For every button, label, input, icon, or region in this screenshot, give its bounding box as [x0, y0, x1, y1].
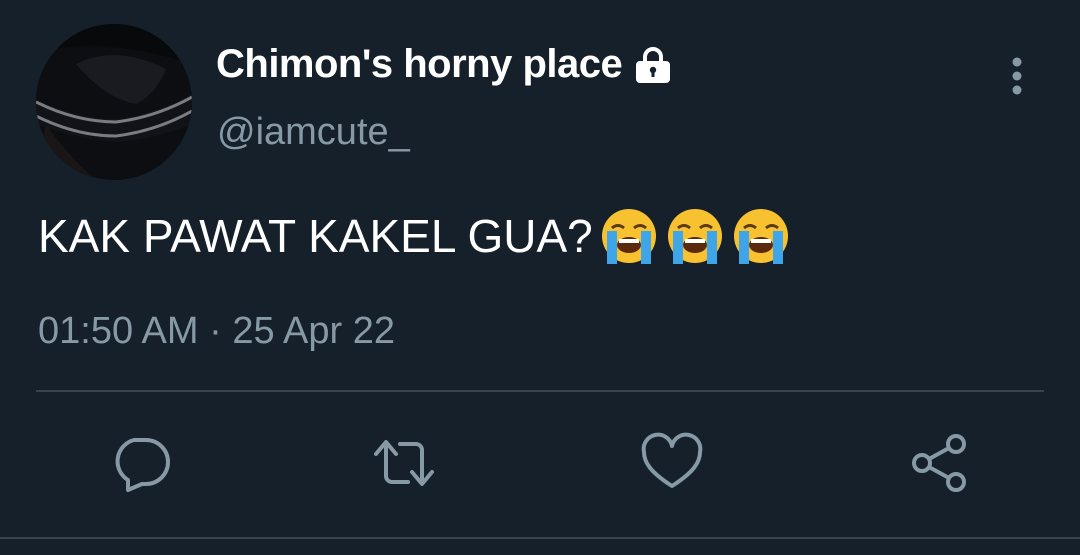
share-icon — [912, 434, 966, 492]
display-name-text: Chimon's horny place — [216, 42, 623, 86]
display-name[interactable]: Chimon's horny place — [216, 42, 674, 87]
avatar[interactable] — [36, 24, 192, 180]
share-button[interactable] — [908, 432, 972, 494]
reply-button[interactable] — [108, 432, 172, 494]
loudly-crying-face-icon — [731, 206, 791, 266]
divider-bottom — [0, 537, 1080, 539]
lock-icon — [632, 46, 674, 84]
like-button[interactable] — [640, 432, 704, 494]
tweet-text: KAK PAWAT KAKEL GUA? — [38, 206, 791, 266]
tweet-text-content: KAK PAWAT KAKEL GUA? — [38, 210, 593, 262]
tweet-timestamp[interactable]: 01:50 AM · 25 Apr 22 — [38, 310, 395, 353]
loudly-crying-face-icon — [665, 206, 725, 266]
tweet-detail: Chimon's horny place @iamcute_ KAK PAWAT… — [0, 0, 1080, 555]
divider — [36, 390, 1044, 392]
retweet-button[interactable] — [372, 432, 436, 494]
loudly-crying-face-icon — [599, 206, 659, 266]
more-vertical-icon[interactable] — [1000, 52, 1034, 100]
user-handle[interactable]: @iamcute_ — [217, 111, 410, 154]
heart-icon — [641, 432, 703, 488]
reply-icon — [115, 438, 170, 492]
retweet-icon — [374, 440, 434, 486]
